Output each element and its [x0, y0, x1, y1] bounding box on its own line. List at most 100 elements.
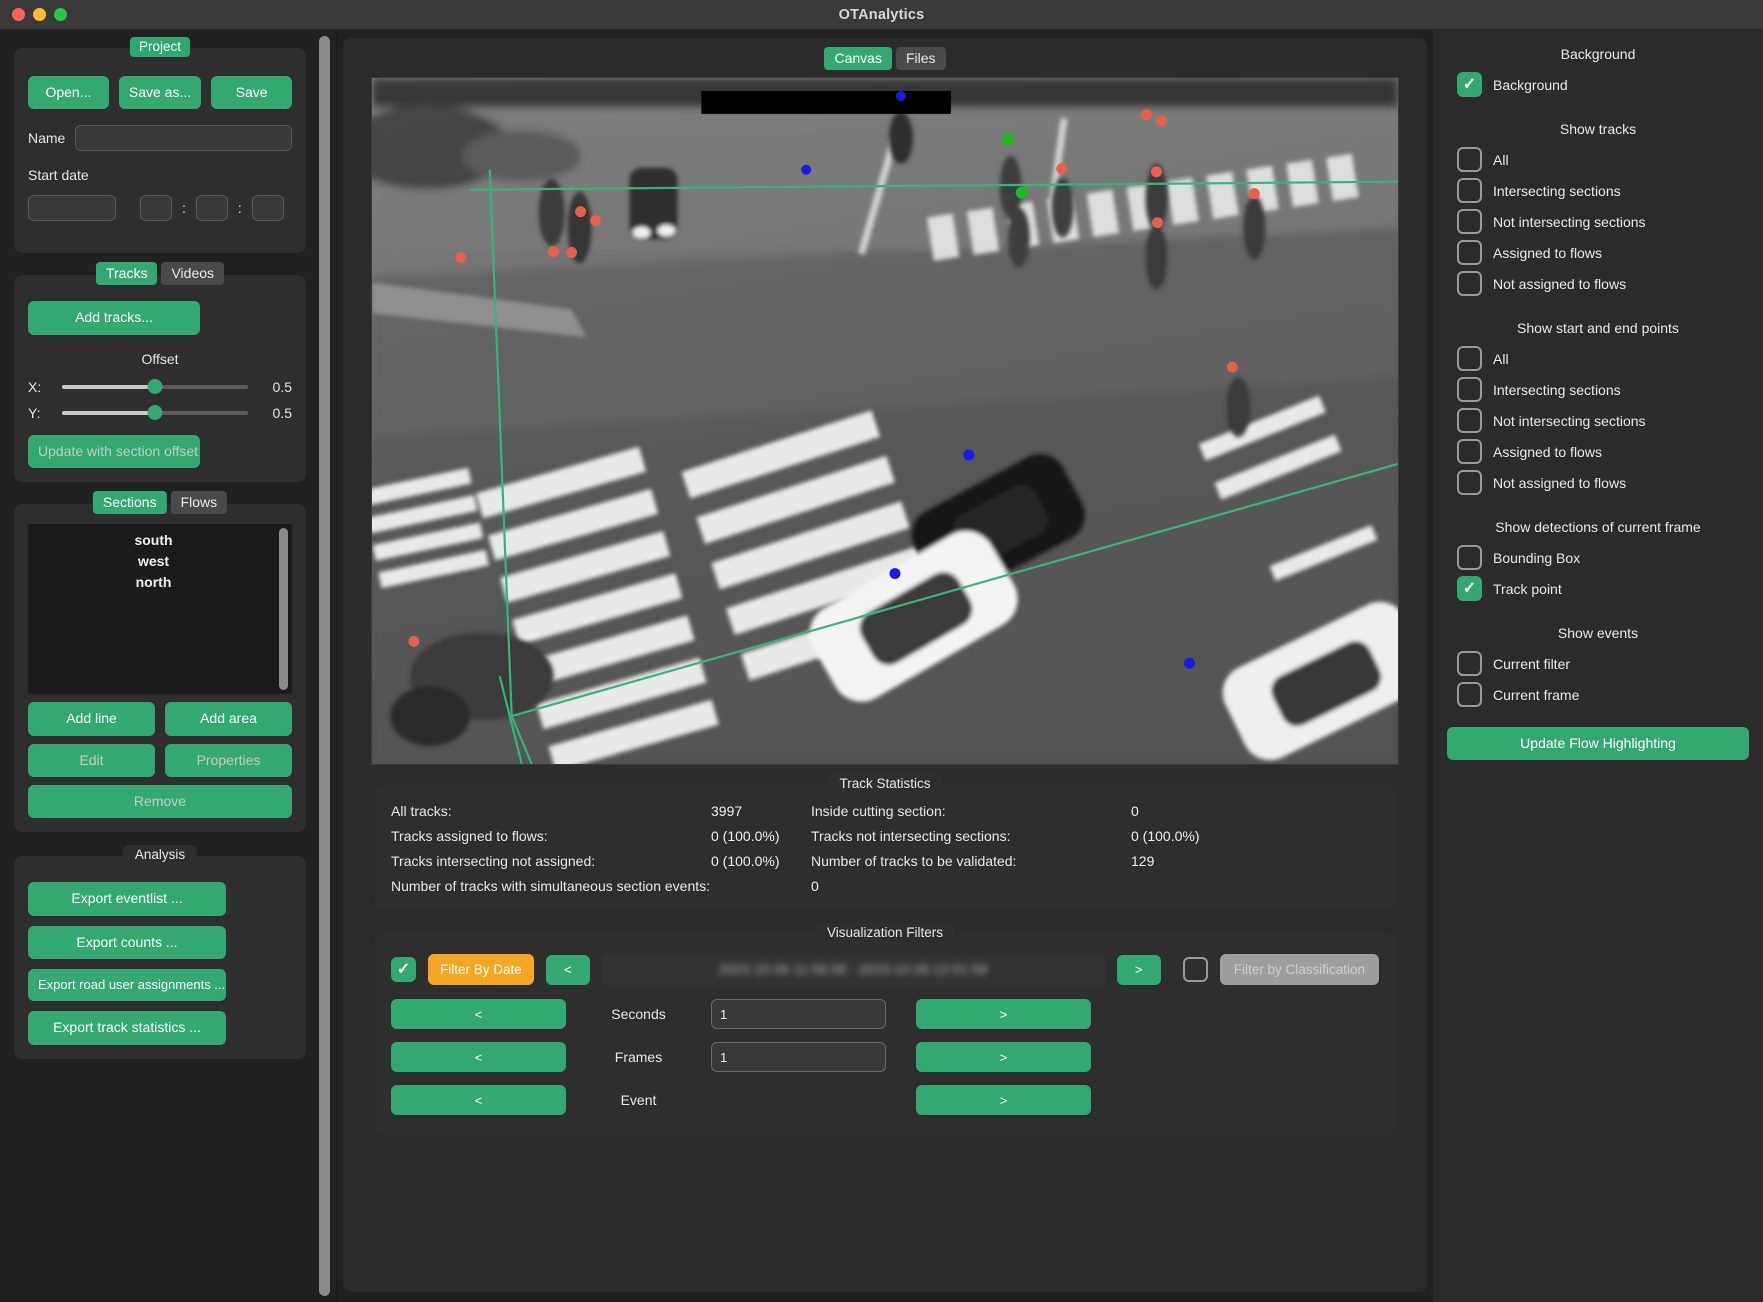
tracks-intersecting-checkbox[interactable]	[1457, 178, 1482, 203]
filter-by-classification-button[interactable]: Filter by Classification	[1220, 954, 1379, 985]
current-filter-checkbox[interactable]	[1457, 651, 1482, 676]
frames-input[interactable]	[711, 1042, 886, 1072]
project-card-title: Project	[130, 37, 190, 57]
checkbox-row-points-all[interactable]: All	[1447, 346, 1749, 371]
update-flow-highlighting-button[interactable]: Update Flow Highlighting	[1447, 727, 1749, 760]
frames-stepper-row: < Frames >	[391, 1042, 1379, 1072]
points-not-assigned-label: Not assigned to flows	[1493, 475, 1626, 491]
seconds-prev-button[interactable]: <	[391, 999, 566, 1029]
filter-by-date-button[interactable]: Filter By Date	[428, 954, 534, 985]
offset-y-slider[interactable]	[62, 405, 248, 421]
filters-body: ✓ Filter By Date < 2023-10-06 11:58:58 -…	[375, 934, 1395, 1135]
export-track-statistics-button[interactable]: Export track statistics ...	[28, 1011, 226, 1044]
list-item[interactable]: south	[28, 530, 279, 551]
checkbox-row-tracks-not-assigned[interactable]: Not assigned to flows	[1447, 271, 1749, 296]
video-canvas[interactable]	[371, 77, 1399, 765]
right-panel: Background ✓ Background Show tracks All …	[1433, 30, 1763, 1302]
points-assigned-checkbox[interactable]	[1457, 439, 1482, 464]
edit-section-button[interactable]: Edit	[28, 744, 155, 777]
start-minute-input[interactable]	[196, 195, 228, 221]
filter-by-classification-checkbox[interactable]	[1183, 957, 1208, 982]
sidebar-scrollbar[interactable]	[319, 36, 330, 1296]
filter-by-date-checkbox[interactable]: ✓	[391, 957, 416, 982]
checkbox-row-points-intersecting[interactable]: Intersecting sections	[1447, 377, 1749, 402]
add-area-button[interactable]: Add area	[165, 702, 292, 735]
event-stepper-row: < Event >	[391, 1085, 1379, 1115]
save-project-button[interactable]: Save	[211, 76, 292, 109]
checkbox-row-bounding-box[interactable]: Bounding Box	[1447, 545, 1749, 570]
tab-files[interactable]: Files	[896, 47, 946, 70]
checkbox-row-tracks-all[interactable]: All	[1447, 147, 1749, 172]
points-intersecting-checkbox[interactable]	[1457, 377, 1482, 402]
list-item[interactable]: north	[28, 572, 279, 593]
checkbox-row-track-point[interactable]: ✓ Track point	[1447, 576, 1749, 601]
points-all-checkbox[interactable]	[1457, 346, 1482, 371]
tracks-all-checkbox[interactable]	[1457, 147, 1482, 172]
add-line-button[interactable]: Add line	[28, 702, 155, 735]
stat-label: Tracks intersecting not assigned:	[391, 853, 711, 869]
show-tracks-group-title: Show tracks	[1447, 121, 1749, 137]
start-date-input[interactable]	[28, 195, 116, 221]
track-statistics-grid: All tracks: 3997 Inside cutting section:…	[375, 785, 1395, 908]
detections-group-title: Show detections of current frame	[1447, 519, 1749, 535]
checkbox-row-tracks-not-intersecting[interactable]: Not intersecting sections	[1447, 209, 1749, 234]
section-properties-button[interactable]: Properties	[165, 744, 292, 777]
background-checkbox[interactable]: ✓	[1457, 72, 1482, 97]
export-counts-button[interactable]: Export counts ...	[28, 926, 226, 959]
start-hour-input[interactable]	[140, 195, 172, 221]
track-statistics-title: Track Statistics	[827, 774, 942, 794]
stat-label: Number of tracks to be validated:	[811, 853, 1131, 869]
checkbox-row-tracks-intersecting[interactable]: Intersecting sections	[1447, 178, 1749, 203]
export-road-user-assignments-button[interactable]: Export road user assignments ...	[28, 969, 226, 1001]
sections-listbox[interactable]: south west north	[28, 524, 292, 694]
window-title: OTAnalytics	[0, 7, 1763, 23]
update-with-section-offset-button[interactable]: Update with section offset	[28, 435, 200, 468]
save-project-as-button[interactable]: Save as...	[119, 76, 201, 109]
points-not-intersecting-checkbox[interactable]	[1457, 408, 1482, 433]
date-range-display[interactable]: 2023-10-06 11:58:58 - 2023-10-06 12:01:5…	[602, 955, 1105, 985]
points-not-assigned-checkbox[interactable]	[1457, 470, 1482, 495]
project-name-input[interactable]	[75, 125, 292, 151]
export-eventlist-button[interactable]: Export eventlist ...	[28, 882, 226, 915]
start-date-label: Start date	[28, 167, 292, 183]
sections-list-scrollbar[interactable]	[279, 528, 288, 690]
tracks-videos-tabs: Tracks Videos	[96, 262, 224, 285]
tab-videos[interactable]: Videos	[161, 262, 224, 285]
offset-y-value: 0.5	[258, 405, 292, 421]
tracks-card: Tracks Videos Add tracks... Offset X: 0.…	[14, 275, 306, 482]
checkbox-row-current-filter[interactable]: Current filter	[1447, 651, 1749, 676]
tracks-assigned-checkbox[interactable]	[1457, 240, 1482, 265]
tracks-not-assigned-checkbox[interactable]	[1457, 271, 1482, 296]
frames-next-button[interactable]: >	[916, 1042, 1091, 1072]
seconds-input[interactable]	[711, 999, 886, 1029]
visualization-filters-panel: Visualization Filters ✓ Filter By Date <…	[375, 934, 1395, 1135]
checkbox-row-current-frame[interactable]: Current frame	[1447, 682, 1749, 707]
start-second-input[interactable]	[252, 195, 284, 221]
event-prev-button[interactable]: <	[391, 1085, 566, 1115]
event-next-button[interactable]: >	[916, 1085, 1091, 1115]
frames-prev-button[interactable]: <	[391, 1042, 566, 1072]
tab-canvas[interactable]: Canvas	[824, 47, 891, 70]
open-project-button[interactable]: Open...	[28, 76, 109, 109]
checkbox-row-background[interactable]: ✓ Background	[1447, 72, 1749, 97]
date-next-button[interactable]: >	[1117, 955, 1161, 985]
track-point-checkbox[interactable]: ✓	[1457, 576, 1482, 601]
stat-value: 0 (100.0%)	[711, 828, 811, 844]
tab-sections[interactable]: Sections	[93, 491, 167, 514]
checkbox-row-points-not-intersecting[interactable]: Not intersecting sections	[1447, 408, 1749, 433]
seconds-next-button[interactable]: >	[916, 999, 1091, 1029]
date-prev-button[interactable]: <	[546, 955, 590, 985]
remove-section-button[interactable]: Remove	[28, 785, 292, 818]
bounding-box-checkbox[interactable]	[1457, 545, 1482, 570]
checkbox-row-points-assigned[interactable]: Assigned to flows	[1447, 439, 1749, 464]
seconds-stepper-row: < Seconds >	[391, 999, 1379, 1029]
tracks-not-intersecting-checkbox[interactable]	[1457, 209, 1482, 234]
offset-x-slider[interactable]	[62, 379, 248, 395]
current-frame-checkbox[interactable]	[1457, 682, 1482, 707]
checkbox-row-tracks-assigned[interactable]: Assigned to flows	[1447, 240, 1749, 265]
tab-tracks[interactable]: Tracks	[96, 262, 157, 285]
tab-flows[interactable]: Flows	[171, 491, 228, 514]
list-item[interactable]: west	[28, 551, 279, 572]
add-tracks-button[interactable]: Add tracks...	[28, 301, 200, 334]
checkbox-row-points-not-assigned[interactable]: Not assigned to flows	[1447, 470, 1749, 495]
